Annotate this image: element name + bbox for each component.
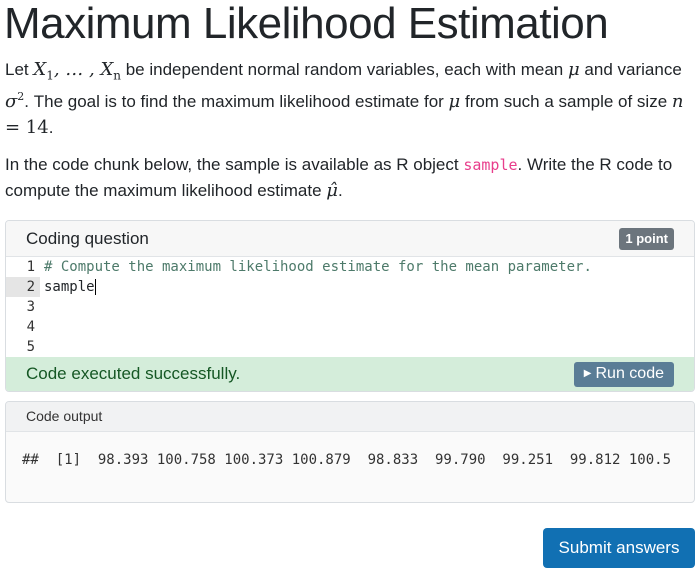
math-x1: X1 — [33, 59, 54, 83]
code-output-text: ## [1] 98.393 100.758 100.373 100.879 98… — [22, 452, 672, 468]
instruction-paragraph: In the code chunk below, the sample is a… — [5, 155, 673, 201]
code-text[interactable] — [40, 317, 44, 337]
code-line-active[interactable]: 2 sample — [6, 277, 694, 297]
math-mu-hat: μ̂ — [326, 180, 338, 201]
line-number: 4 — [6, 317, 40, 337]
text-cursor — [94, 279, 96, 295]
code-editor[interactable]: 1 # Compute the maximum likelihood estim… — [6, 257, 694, 357]
code-text[interactable] — [40, 297, 44, 317]
points-badge: 1 point — [619, 227, 674, 250]
inline-code-sample: sample — [463, 156, 518, 174]
code-output-card: Code output ## [1] 98.393 100.758 100.37… — [5, 401, 695, 503]
coding-question-card: Coding question 1 point 1 # Compute the … — [5, 220, 695, 392]
line-number: 3 — [6, 297, 40, 317]
code-text[interactable] — [40, 337, 44, 357]
coding-question-header: Coding question 1 point — [6, 221, 694, 257]
line-number: 1 — [6, 257, 40, 277]
code-line[interactable]: 1 # Compute the maximum likelihood estim… — [6, 257, 694, 277]
line-number: 2 — [6, 277, 40, 297]
coding-question-title: Coding question — [26, 228, 149, 248]
status-message: Code executed successfully. — [26, 364, 241, 383]
code-comment[interactable]: # Compute the maximum likelihood estimat… — [40, 257, 592, 277]
math-sigma-squared: σ2 — [5, 89, 25, 112]
code-line[interactable]: 5 — [6, 337, 694, 357]
code-line[interactable]: 4 — [6, 317, 694, 337]
run-code-label: Run code — [595, 364, 665, 382]
code-output-header: Code output — [6, 402, 694, 432]
intro-paragraph: Let X1, … , Xn be independent normal ran… — [5, 59, 684, 138]
play-icon: ▶ — [583, 368, 592, 379]
line-number: 5 — [6, 337, 40, 357]
submit-answers-button[interactable]: Submit answers — [543, 528, 695, 568]
status-bar: Code executed successfully. ▶ Run code — [6, 357, 694, 391]
code-text[interactable]: sample — [40, 277, 96, 297]
code-line[interactable]: 3 — [6, 297, 694, 317]
page-title: Maximum Likelihood Estimation — [4, 0, 609, 48]
math-xn: Xn — [100, 59, 121, 83]
run-code-button[interactable]: ▶ Run code — [573, 361, 674, 387]
